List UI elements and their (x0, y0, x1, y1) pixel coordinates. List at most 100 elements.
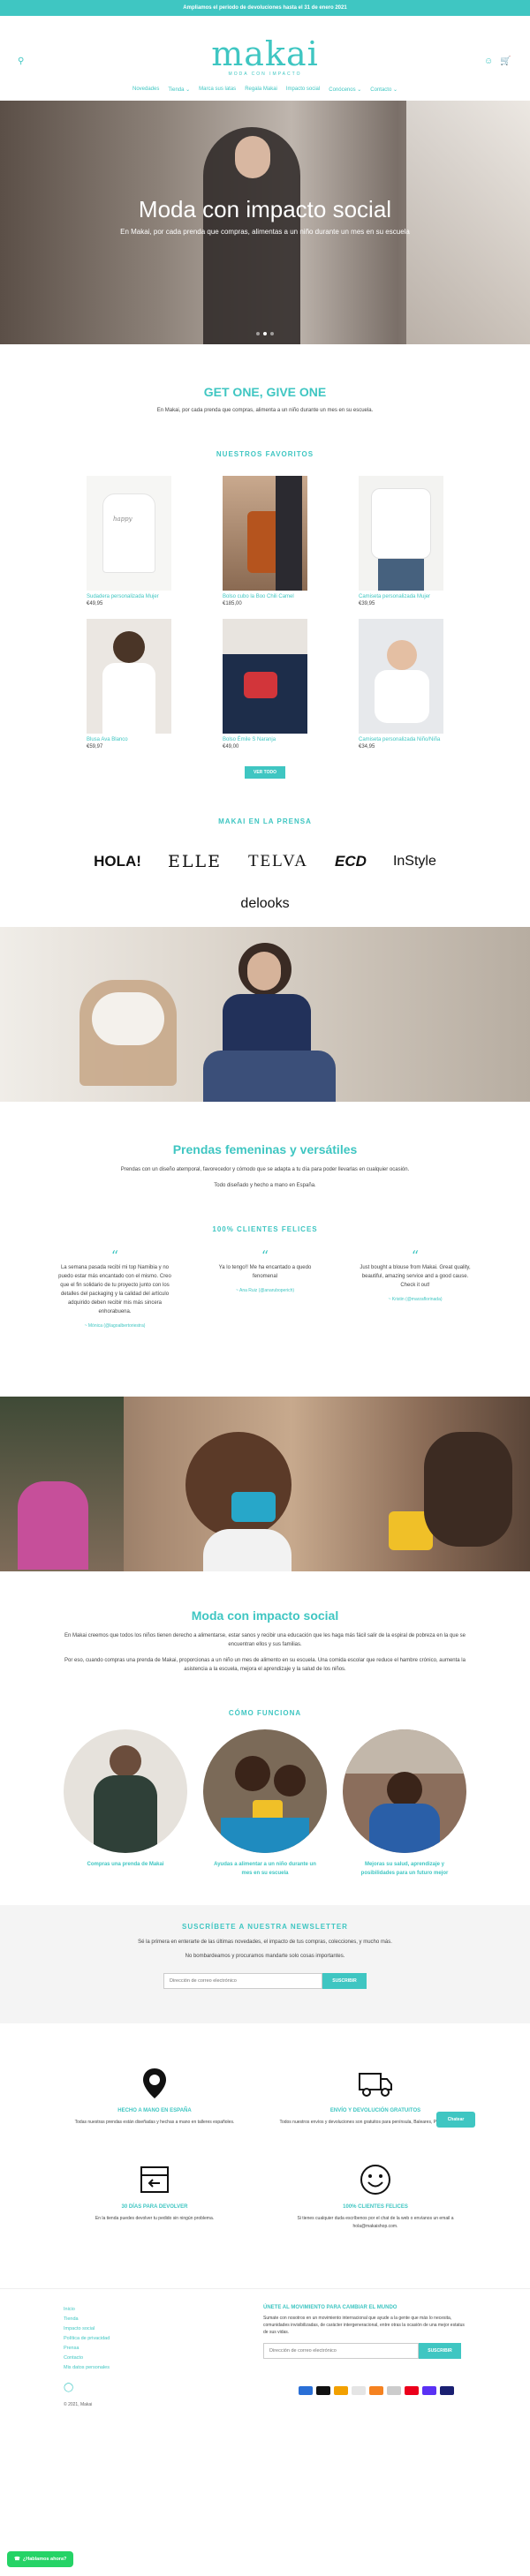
user-icon[interactable]: ☺ (484, 56, 493, 66)
cart-icon[interactable]: 🛒 (500, 56, 511, 66)
children-photo (0, 1397, 530, 1571)
instagram-icon[interactable]: ◯ (64, 2383, 73, 2392)
product-card[interactable]: Bolso Émile S Naranja €49,00 (223, 619, 307, 749)
step-image (203, 1729, 327, 1853)
announcement-bar: Ampliamos el periodo de devoluciones has… (0, 0, 530, 16)
slide-dot-active[interactable] (263, 332, 267, 335)
press-logos: HOLA! ELLE TELVA ECD InStyle delooks (62, 852, 468, 912)
slide-dot[interactable] (256, 332, 260, 335)
product-name[interactable]: Bolso Émile S Naranja (223, 737, 307, 742)
step-caption: Compras una prenda de Makai (87, 1862, 164, 1867)
nav-item-conocenos[interactable]: Conócenos ⌄ (329, 87, 361, 93)
newsletter-email-input[interactable] (163, 1973, 322, 1989)
nav-item-impacto[interactable]: Impacto social (286, 87, 320, 93)
brand-tagline: MODA CON IMPACTO (228, 72, 302, 77)
amex-icon (299, 2386, 313, 2395)
footer-join-title: ÚNETE AL MOVIMIENTO PARA CAMBIAR EL MUND… (263, 2305, 398, 2310)
footer-link[interactable]: Inicio (64, 2305, 110, 2315)
payment-icons (299, 2386, 454, 2395)
favorites-section: NUESTROS FAVORITOS happy Sudadera person… (0, 415, 530, 779)
footer-link[interactable]: Impacto social (64, 2324, 110, 2334)
product-price: €49,00 (223, 744, 239, 749)
product-image[interactable]: happy (87, 476, 171, 591)
review-author[interactable]: ~ Mónica (@lagoalbertoriestra) (57, 1322, 172, 1330)
press-section: MAKAI EN LA PRENSA HOLA! ELLE TELVA ECD … (0, 779, 530, 927)
nav-item-contacto[interactable]: Contacto ⌄ (370, 87, 398, 93)
product-image[interactable] (359, 619, 443, 734)
review-text: Just bought a blouse from Makai. Great q… (360, 1265, 471, 1288)
newsletter-line1: Sé la primera en enterarte de las última… (138, 1940, 392, 1945)
newsletter-subscribe-button[interactable]: SUSCRIBIR (322, 1973, 367, 1989)
press-logo-ecd: ECD (335, 853, 367, 870)
logo[interactable]: makai MODA CON IMPACTO (0, 37, 530, 77)
delivery-truck-icon (358, 2066, 393, 2101)
feature-title: 100% CLIENTES FELICES (343, 2204, 408, 2210)
product-name[interactable]: Sudadera personalizada Mujer (87, 594, 171, 599)
features-grid: HECHO A MANO EN ESPAÑA Todas nuestras pr… (0, 2066, 530, 2231)
product-name[interactable]: Bolso cubo la Boo Chili Camel (223, 594, 307, 599)
product-image[interactable] (87, 619, 171, 734)
brand-name: makai (211, 34, 319, 73)
footer-link[interactable]: Tienda (64, 2315, 110, 2324)
shop-pay-icon (422, 2386, 436, 2395)
impact-title: Moda con impacto social (191, 1608, 339, 1623)
nav-item-novedades[interactable]: Novedades (132, 87, 159, 93)
product-image[interactable] (223, 476, 307, 591)
how-step: Compras una prenda de Makai (64, 1729, 187, 1878)
product-card[interactable]: Camiseta personalizada Mujer €39,95 (359, 476, 443, 606)
step-caption: Mejoras su salud, aprendizaje y posibili… (360, 1862, 449, 1876)
product-card[interactable]: Camiseta personalizada Niño/Niña €34,95 (359, 619, 443, 749)
footer-email-input[interactable] (263, 2343, 419, 2359)
whatsapp-button[interactable]: ☎ ¿Hablamos ahora? (7, 2551, 74, 2567)
feature-text: Todas nuestras prendas están diseñadas y… (74, 2120, 235, 2125)
footer-link[interactable]: Prensa (64, 2344, 110, 2354)
quote-icon: “ (411, 1247, 420, 1264)
diners-icon (352, 2386, 366, 2395)
footer-subscribe-button[interactable]: SUSCRIBIR (419, 2343, 461, 2359)
review-text: Ya lo tengo!! Me ha encantado a quedo fe… (218, 1265, 312, 1279)
slide-dot[interactable] (270, 332, 274, 335)
product-card[interactable]: happy Sudadera personalizada Mujer €49,9… (87, 476, 171, 606)
mastercard-icon (405, 2386, 419, 2395)
impact-paragraph-1: En Makai creemos que todos los niños tie… (64, 1633, 466, 1647)
quote-icon: “ (261, 1247, 269, 1264)
footer-link[interactable]: Política de privacidad (64, 2334, 110, 2344)
feature-text: Si tienes cualquier duda escríbenos por … (297, 2216, 454, 2229)
product-card[interactable]: Bolso cubo la Boo Chili Camel €185,00 (223, 476, 307, 606)
product-image[interactable] (359, 476, 443, 591)
review-author[interactable]: ~ Ana Ruiz (@anaruboperich) (208, 1286, 322, 1295)
review-author[interactable]: ~ Kristin (@marzaflorinada) (358, 1295, 473, 1304)
apple-pay-icon (316, 2386, 330, 2395)
product-price: €59,97 (87, 744, 103, 749)
footer-link[interactable]: Mis datos personales (64, 2363, 110, 2373)
product-card[interactable]: Blusa Ava Blanco €59,97 (87, 619, 171, 749)
nav-item-marca[interactable]: Marca sus latas (199, 87, 236, 93)
copyright: © 2021, Makai (64, 2402, 93, 2407)
nav-item-regala[interactable]: Regala Makai (245, 87, 277, 93)
chat-button[interactable]: Chatear (436, 2112, 475, 2128)
nav-item-tienda[interactable]: Tienda ⌄ (168, 87, 190, 93)
review: “ La semana pasada recibí mi top Namibia… (57, 1249, 172, 1330)
review: “ Ya lo tengo!! Me ha encantado a quedo … (208, 1249, 322, 1330)
product-name[interactable]: Camiseta personalizada Mujer (359, 594, 443, 599)
quote-icon: “ (110, 1247, 119, 1264)
step-caption: Ayudas a alimentar a un niño durante un … (214, 1862, 316, 1876)
footer-links: Inicio Tienda Impacto social Política de… (64, 2305, 110, 2373)
step-image (64, 1729, 187, 1853)
site-header: ⚲ makai MODA CON IMPACTO ☺ 🛒 Novedades T… (0, 16, 530, 101)
product-name[interactable]: Camiseta personalizada Niño/Niña (359, 737, 443, 742)
product-image[interactable] (223, 619, 307, 734)
hero-slideshow[interactable]: Moda con impacto social En Makai, por ca… (0, 101, 530, 344)
view-all-button[interactable]: VER TODO (245, 766, 285, 779)
footer-link[interactable]: Contacto (64, 2354, 110, 2363)
versatile-section: Prendas femeninas y versátiles Prendas c… (0, 1102, 530, 1190)
whatsapp-label: ¿Hablamos ahora? (22, 2557, 67, 2562)
press-logo-telva: TELVA (247, 852, 309, 870)
footer-join-text: Sumate con nosotros en un movimiento int… (263, 2316, 465, 2335)
impact-section: Moda con impacto social En Makai creemos… (0, 1571, 530, 1674)
newsletter-section: SUSCRÍBETE A NUESTRA NEWSLETTER Sé la pr… (0, 1905, 530, 2023)
product-name[interactable]: Blusa Ava Blanco (87, 737, 171, 742)
impact-paragraph-2: Por eso, cuando compras una prenda de Ma… (64, 1658, 466, 1672)
feature-title: HECHO A MANO EN ESPAÑA (117, 2108, 192, 2113)
give-title: GET ONE, GIVE ONE (203, 385, 327, 399)
